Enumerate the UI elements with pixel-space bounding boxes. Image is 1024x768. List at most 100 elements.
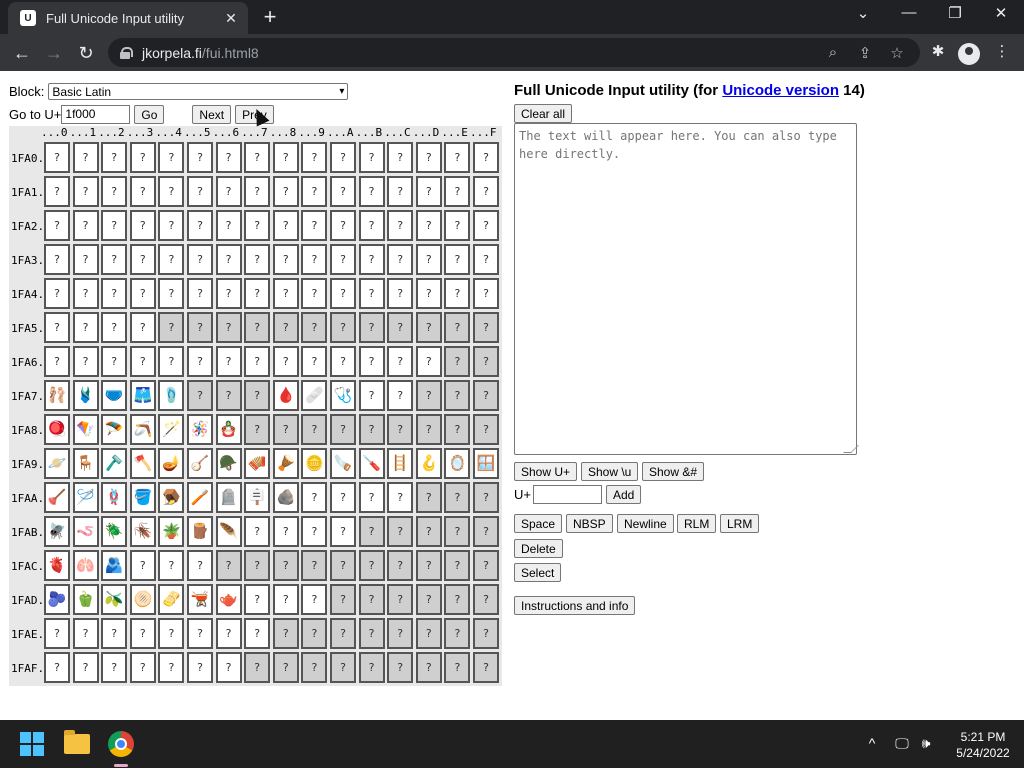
nbsp-button[interactable]: NBSP: [566, 514, 613, 533]
star-icon[interactable]: ☆: [886, 44, 908, 62]
char-cell[interactable]: ?: [158, 278, 185, 309]
char-cell[interactable]: ?: [101, 652, 128, 683]
char-cell[interactable]: ?: [330, 346, 356, 377]
char-cell[interactable]: ?: [301, 482, 328, 513]
char-cell[interactable]: ?: [244, 210, 271, 241]
char-cell[interactable]: ?: [215, 142, 242, 173]
unassigned-char-cell[interactable]: ?: [473, 346, 499, 377]
unassigned-char-cell[interactable]: ?: [215, 380, 242, 411]
char-cell[interactable]: ?: [44, 244, 70, 275]
minimize-icon[interactable]: —: [894, 4, 924, 21]
char-cell[interactable]: 🪔: [158, 448, 185, 479]
char-cell[interactable]: 🪜: [387, 448, 414, 479]
char-cell[interactable]: ?: [158, 618, 185, 649]
unassigned-char-cell[interactable]: ?: [301, 618, 328, 649]
char-cell[interactable]: ?: [244, 278, 271, 309]
char-cell[interactable]: 🫓: [129, 584, 156, 615]
char-cell[interactable]: 🪤: [158, 482, 185, 513]
char-cell[interactable]: ?: [72, 346, 99, 377]
char-cell[interactable]: ?: [358, 346, 385, 377]
char-cell[interactable]: 🫒: [101, 584, 128, 615]
char-cell[interactable]: 🪵: [187, 516, 213, 547]
char-cell[interactable]: 🫀: [44, 550, 70, 581]
char-cell[interactable]: ?: [187, 652, 213, 683]
space-button[interactable]: Space: [514, 514, 563, 533]
char-cell[interactable]: ?: [187, 618, 213, 649]
char-cell[interactable]: ?: [187, 346, 213, 377]
char-cell[interactable]: 🫔: [158, 584, 185, 615]
char-cell[interactable]: 🪢: [101, 482, 128, 513]
char-cell[interactable]: 🪖: [215, 448, 242, 479]
char-cell[interactable]: ?: [415, 278, 442, 309]
char-cell[interactable]: ?: [129, 618, 156, 649]
char-cell[interactable]: ?: [44, 312, 70, 343]
char-cell[interactable]: ?: [215, 652, 242, 683]
windows-start-icon[interactable]: [20, 732, 44, 756]
show-entity-button[interactable]: Show &#: [642, 462, 705, 481]
char-cell[interactable]: ?: [444, 210, 471, 241]
unassigned-char-cell[interactable]: ?: [358, 618, 385, 649]
unassigned-char-cell[interactable]: ?: [387, 652, 414, 683]
char-cell[interactable]: ?: [301, 278, 328, 309]
unassigned-char-cell[interactable]: ?: [444, 482, 471, 513]
char-cell[interactable]: 🪝: [415, 448, 442, 479]
char-cell[interactable]: ?: [72, 210, 99, 241]
unassigned-char-cell[interactable]: ?: [473, 652, 499, 683]
unassigned-char-cell[interactable]: ?: [301, 312, 328, 343]
char-cell[interactable]: ?: [330, 176, 356, 207]
unassigned-char-cell[interactable]: ?: [330, 312, 356, 343]
char-cell[interactable]: ?: [101, 210, 128, 241]
char-cell[interactable]: ?: [301, 142, 328, 173]
char-cell[interactable]: ?: [330, 516, 356, 547]
add-button[interactable]: Add: [605, 485, 642, 504]
char-cell[interactable]: ?: [415, 142, 442, 173]
taskbar-clock[interactable]: 5:21 PM 5/24/2022: [946, 729, 1020, 761]
unassigned-char-cell[interactable]: ?: [387, 516, 414, 547]
unassigned-char-cell[interactable]: ?: [358, 414, 385, 445]
forward-icon[interactable]: →: [41, 40, 67, 66]
char-cell[interactable]: ?: [101, 176, 128, 207]
char-cell[interactable]: 🩲: [101, 380, 128, 411]
lrm-button[interactable]: LRM: [720, 514, 760, 533]
char-cell[interactable]: 🫁: [72, 550, 99, 581]
unassigned-char-cell[interactable]: ?: [444, 618, 471, 649]
char-cell[interactable]: ?: [244, 584, 271, 615]
char-cell[interactable]: ?: [44, 176, 70, 207]
char-cell[interactable]: 🪠: [44, 482, 70, 513]
address-bar[interactable]: jkorpela.fi/fui.html8 ⌕ ⇪ ☆: [108, 38, 920, 67]
close-tab-icon[interactable]: ✕: [222, 10, 240, 27]
char-cell[interactable]: ?: [301, 516, 328, 547]
char-cell[interactable]: ?: [387, 380, 414, 411]
resize-handle[interactable]: [843, 445, 859, 453]
char-cell[interactable]: 🪶: [215, 516, 242, 547]
file-explorer-icon[interactable]: [64, 730, 90, 754]
char-cell[interactable]: ?: [272, 346, 299, 377]
unassigned-char-cell[interactable]: ?: [415, 584, 442, 615]
char-cell[interactable]: ?: [72, 278, 99, 309]
tab-list-icon[interactable]: ⌄: [848, 4, 878, 22]
char-cell[interactable]: ?: [330, 244, 356, 275]
newline-button[interactable]: Newline: [617, 514, 674, 533]
char-cell[interactable]: 🪚: [330, 448, 356, 479]
char-cell[interactable]: 🪗: [244, 448, 271, 479]
char-cell[interactable]: ?: [358, 278, 385, 309]
char-cell[interactable]: ?: [215, 244, 242, 275]
unassigned-char-cell[interactable]: ?: [415, 312, 442, 343]
char-cell[interactable]: ?: [301, 584, 328, 615]
char-cell[interactable]: 🪘: [272, 448, 299, 479]
unassigned-char-cell[interactable]: ?: [301, 550, 328, 581]
char-cell[interactable]: 🩳: [129, 380, 156, 411]
char-cell[interactable]: ?: [244, 244, 271, 275]
unassigned-char-cell[interactable]: ?: [187, 312, 213, 343]
chrome-icon[interactable]: [108, 731, 134, 757]
unassigned-char-cell[interactable]: ?: [244, 414, 271, 445]
show-u-plus-button[interactable]: Show U+: [514, 462, 578, 481]
char-cell[interactable]: 🪓: [129, 448, 156, 479]
show-backslash-u-button[interactable]: Show \u: [581, 462, 639, 481]
unassigned-char-cell[interactable]: ?: [444, 584, 471, 615]
unassigned-char-cell[interactable]: ?: [244, 652, 271, 683]
char-cell[interactable]: 🫂: [101, 550, 128, 581]
char-cell[interactable]: ?: [101, 312, 128, 343]
unassigned-char-cell[interactable]: ?: [387, 414, 414, 445]
lock-icon[interactable]: [120, 46, 133, 59]
